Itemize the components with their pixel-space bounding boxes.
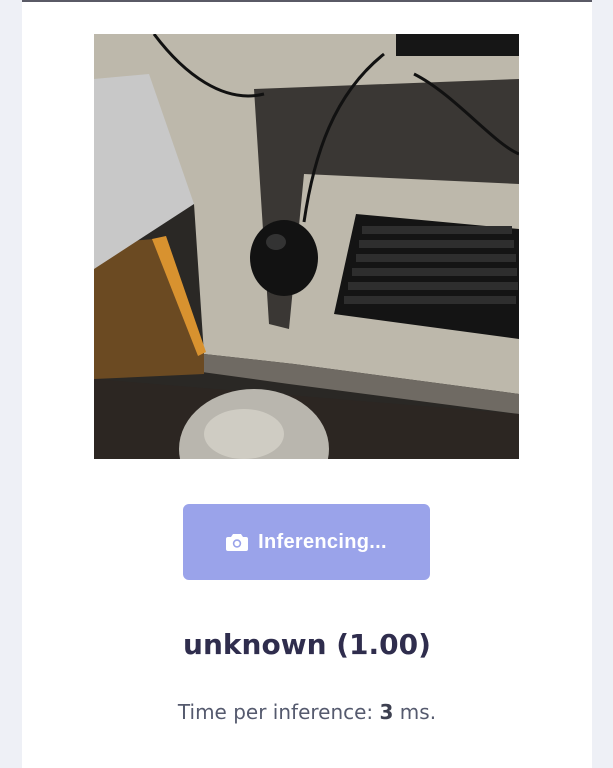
camera-preview-image [94,34,519,459]
inference-time-prefix: Time per inference: [177,700,380,724]
inference-button-label: Inferencing... [258,530,387,553]
inference-time-value: 3 [379,700,394,724]
camera-icon [226,533,249,551]
prediction-result: unknown (1.00) [183,628,431,661]
main-card: Inferencing... unknown (1.00) Time per i… [22,0,592,768]
inference-time: Time per inference: 3 ms. [22,700,592,724]
inference-button[interactable]: Inferencing... [183,504,430,580]
inference-time-suffix: ms. [393,700,437,724]
